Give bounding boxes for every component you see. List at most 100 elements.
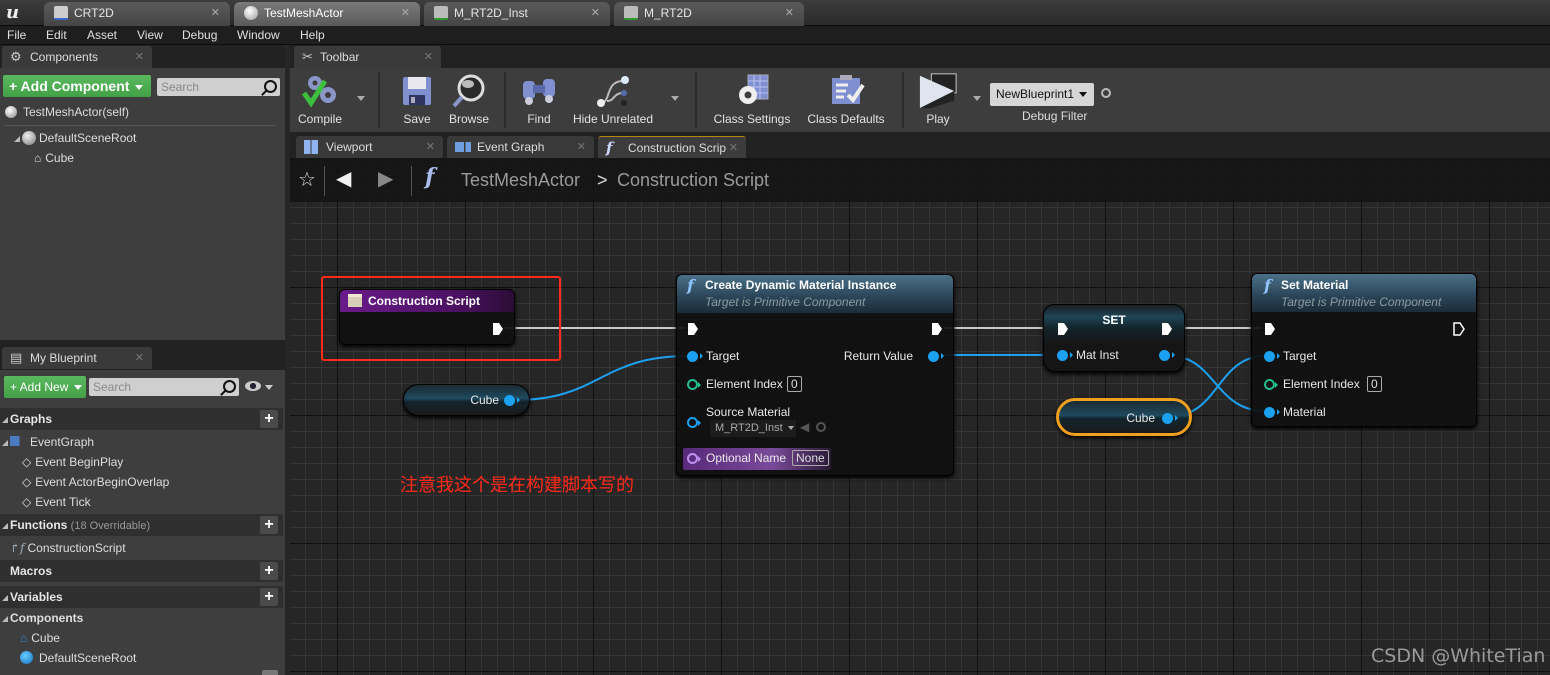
construction-script-node[interactable]: Construction Script [339, 289, 515, 345]
breadcrumb-root[interactable]: TestMeshActor [461, 170, 580, 191]
exec-in-pin[interactable] [687, 322, 699, 336]
source-material-pin[interactable] [687, 417, 701, 428]
menu-debug[interactable]: Debug [182, 27, 217, 43]
my-blueprint-panel-tab[interactable]: ▤ My Blueprint ✕ [2, 347, 152, 369]
forward-arrow-icon[interactable]: ▶ [378, 166, 393, 191]
close-icon[interactable]: ✕ [785, 2, 794, 24]
section-functions[interactable]: Functions (18 Overridable) + [0, 514, 283, 536]
hide-unrelated-button[interactable]: Hide Unrelated [572, 71, 654, 129]
element-index-input[interactable]: 0 [787, 376, 802, 392]
menu-help[interactable]: Help [300, 27, 325, 43]
close-icon[interactable]: ✕ [577, 136, 586, 158]
menu-view[interactable]: View [137, 27, 163, 43]
event-item-tick[interactable]: ◇ Event Tick [22, 493, 91, 511]
section-variables[interactable]: Variables + [0, 586, 283, 608]
variable-category-components[interactable]: Components [2, 609, 83, 627]
optional-name-pin[interactable] [687, 453, 701, 464]
class-settings-button[interactable]: Class Settings [710, 71, 794, 129]
exec-in-pin[interactable] [1264, 322, 1276, 336]
return-value-pin[interactable] [928, 351, 944, 362]
play-options-dropdown[interactable] [973, 96, 981, 101]
chevron-down-icon[interactable] [265, 385, 273, 390]
close-icon[interactable]: ✕ [401, 2, 410, 24]
event-item-actorbeginoverlap[interactable]: ◇ Event ActorBeginOverlap [22, 473, 169, 491]
doc-tab-m-rt2d-inst[interactable]: M_RT2D_Inst ✕ [424, 2, 610, 26]
target-pin[interactable] [1264, 351, 1280, 362]
variable-item-cube[interactable]: ⌂ Cube [20, 629, 60, 647]
add-macro-button[interactable]: + [260, 562, 278, 580]
cube-output-pin[interactable] [1162, 413, 1178, 424]
menu-window[interactable]: Window [237, 27, 280, 43]
view-options-eye-icon[interactable] [245, 381, 261, 391]
element-index-pin[interactable] [687, 379, 701, 390]
material-pin[interactable] [1264, 407, 1280, 418]
event-item-beginplay[interactable]: ◇ Event BeginPlay [22, 453, 123, 471]
mat-inst-output-pin[interactable] [1159, 350, 1175, 361]
use-selected-asset-arrow-icon[interactable]: ◀ [800, 420, 809, 434]
components-search-input[interactable]: Search [157, 78, 280, 96]
exec-in-pin[interactable] [1057, 322, 1069, 336]
favorite-star-icon[interactable]: ☆ [298, 167, 316, 192]
section-graphs[interactable]: Graphs + [0, 408, 283, 430]
close-icon[interactable]: ✕ [426, 136, 435, 158]
doc-tab-m-rt2d[interactable]: M_RT2D ✕ [614, 2, 804, 26]
class-defaults-button[interactable]: Class Defaults [804, 71, 888, 129]
browse-button[interactable]: Browse [446, 71, 492, 129]
debug-filter-select[interactable]: NewBlueprint1 [990, 83, 1094, 106]
menu-file[interactable]: File [7, 27, 26, 43]
find-button[interactable]: Find [518, 71, 560, 129]
variable-item-defaultsceneroot[interactable]: DefaultSceneRoot [20, 649, 136, 667]
debug-filter-search-icon[interactable] [1101, 88, 1111, 98]
menu-asset[interactable]: Asset [87, 27, 117, 43]
save-button[interactable]: Save [395, 71, 439, 129]
add-function-button[interactable]: + [260, 516, 278, 534]
menu-edit[interactable]: Edit [46, 27, 67, 43]
tab-viewport[interactable]: Viewport ✕ [296, 136, 443, 158]
create-dynamic-material-instance-node[interactable]: f Create Dynamic Material Instance Targe… [676, 274, 954, 476]
mat-inst-input-pin[interactable] [1057, 350, 1073, 361]
add-graph-button[interactable]: + [260, 410, 278, 428]
tab-event-graph[interactable]: Event Graph ✕ [447, 136, 594, 158]
set-variable-node[interactable]: SET Mat Inst [1043, 304, 1185, 372]
cube-variable-node[interactable]: Cube [403, 384, 530, 416]
close-icon[interactable]: ✕ [424, 46, 433, 68]
set-material-node[interactable]: f Set Material Target is Primitive Compo… [1251, 273, 1477, 427]
exec-out-pin[interactable] [492, 322, 504, 336]
hide-unrelated-options-dropdown[interactable] [671, 96, 679, 101]
close-icon[interactable]: ✕ [135, 46, 144, 68]
back-arrow-icon[interactable]: ◀ [336, 166, 351, 191]
element-index-input[interactable]: 0 [1367, 376, 1382, 392]
scrollbar-thumb[interactable] [262, 670, 278, 675]
play-button[interactable]: Play [914, 71, 962, 129]
exec-out-pin[interactable] [931, 322, 943, 336]
add-variable-button[interactable]: + [260, 588, 278, 606]
tab-construction-script[interactable]: f Construction Scrip ✕ [598, 136, 746, 158]
browse-asset-search-icon[interactable] [816, 422, 826, 432]
close-icon[interactable]: ✕ [211, 2, 220, 24]
section-macros[interactable]: Macros + [0, 560, 283, 582]
exec-out-pin-unconnected[interactable] [1453, 322, 1465, 336]
compile-button[interactable]: Compile [294, 71, 346, 129]
cube-output-pin[interactable] [504, 395, 520, 406]
compile-options-dropdown[interactable] [357, 96, 365, 101]
exec-out-pin[interactable] [1161, 322, 1173, 336]
doc-tab-testmeshactor[interactable]: TestMeshActor ✕ [234, 2, 420, 26]
add-component-button[interactable]: + Add Component [3, 75, 151, 97]
doc-tab-crt2d[interactable]: CRT2D ✕ [44, 2, 230, 26]
close-icon[interactable]: ✕ [591, 2, 600, 24]
tree-item-defaultsceneroot[interactable]: DefaultSceneRoot [14, 129, 136, 147]
my-blueprint-search-input[interactable]: Search [89, 378, 239, 396]
add-new-button[interactable]: + Add New [4, 376, 86, 398]
graph-item-eventgraph[interactable]: EventGraph [2, 433, 94, 451]
components-panel-tab[interactable]: ⚙ Components ✕ [2, 46, 152, 68]
source-material-select[interactable]: M_RT2D_Inst [710, 420, 796, 437]
close-icon[interactable]: ✕ [729, 137, 738, 159]
function-item-constructionscript[interactable]: ↱f ConstructionScript [10, 539, 126, 557]
cube-variable-node-selected[interactable]: Cube [1056, 398, 1192, 436]
target-pin[interactable] [687, 351, 703, 362]
toolbar-panel-tab[interactable]: ✂ Toolbar ✕ [294, 46, 441, 68]
tree-item-cube[interactable]: ⌂ Cube [34, 149, 74, 167]
optional-name-input[interactable]: None [792, 450, 829, 466]
close-icon[interactable]: ✕ [135, 347, 144, 369]
self-row[interactable]: TestMeshActor(self) [5, 103, 129, 121]
